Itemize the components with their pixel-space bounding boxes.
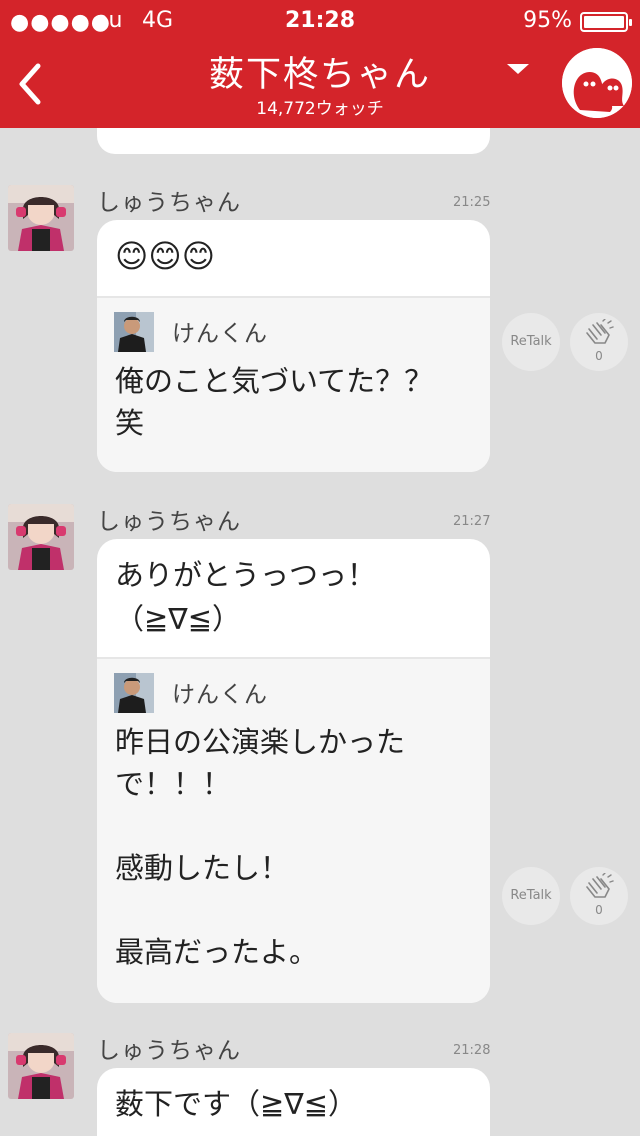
message-time: 21:28 bbox=[453, 1043, 491, 1058]
battery-percent: 95% bbox=[523, 8, 572, 33]
dropdown-arrow-icon[interactable] bbox=[507, 64, 529, 74]
chat-timeline[interactable]: しゅうちゃん 21:25 😊😊😊 けんくん 俺のこと気づいてた？？ 笑 ReTa… bbox=[0, 128, 640, 1136]
message-time: 21:27 bbox=[453, 514, 491, 529]
sender-name: しゅうちゃん bbox=[97, 509, 241, 535]
quoted-message: けんくん 昨日の公演楽しかった で！！！ 感動したし！ 最高だったよ。 bbox=[97, 657, 490, 1003]
sender-name: しゅうちゃん bbox=[97, 190, 241, 216]
sender-name: しゅうちゃん bbox=[97, 1038, 241, 1064]
quote-author: けんくん bbox=[172, 321, 268, 347]
clap-count: 0 bbox=[595, 349, 603, 363]
message-bubble[interactable]: 😊😊😊 けんくん 俺のこと気づいてた？？ 笑 bbox=[97, 220, 490, 472]
quote-text: 俺のこと気づいてた？？ 笑 bbox=[115, 364, 434, 440]
watch-count: 14,772ウォッチ bbox=[256, 99, 384, 119]
clap-button[interactable]: 0 bbox=[570, 313, 628, 371]
message-bubble[interactable]: ありがとうっつっ！ （≧∇≦） けんくん 昨日の公演楽しかった で！！！ 感動し… bbox=[97, 539, 490, 1003]
quoted-message: けんくん 俺のこと気づいてた？？ 笑 bbox=[97, 296, 490, 472]
message-time: 21:25 bbox=[453, 195, 491, 210]
top-bar: ●●●●● au 4G 21:28 95% 薮下柊ちゃん 14,772ウォッチ bbox=[0, 0, 640, 128]
quote-avatar bbox=[114, 673, 154, 713]
ghost-logo-button[interactable] bbox=[562, 48, 632, 118]
avatar[interactable] bbox=[8, 185, 74, 251]
battery-icon bbox=[580, 12, 632, 32]
ghost-icon bbox=[562, 48, 632, 118]
previous-message-bubble bbox=[97, 128, 490, 154]
status-bar: ●●●●● au 4G 21:28 95% bbox=[0, 8, 640, 36]
avatar[interactable] bbox=[8, 504, 74, 570]
quote-text: 昨日の公演楽しかった で！！！ 感動したし！ 最高だったよ。 bbox=[115, 725, 406, 969]
message-text: 薮下です（≧∇≦） bbox=[115, 1087, 357, 1121]
retalk-button[interactable]: ReTalk bbox=[502, 313, 560, 371]
clap-icon bbox=[586, 873, 614, 898]
quote-author: けんくん bbox=[172, 682, 268, 708]
clap-button[interactable]: 0 bbox=[570, 867, 628, 925]
quote-avatar bbox=[114, 312, 154, 352]
message-text: 😊😊😊 bbox=[115, 237, 216, 275]
clap-icon bbox=[586, 319, 614, 344]
clap-count: 0 bbox=[595, 903, 603, 917]
message-text: ありがとうっつっ！ （≧∇≦） bbox=[115, 558, 377, 636]
page-title: 薮下柊ちゃん bbox=[208, 55, 431, 95]
avatar[interactable] bbox=[8, 1033, 74, 1099]
retalk-button[interactable]: ReTalk bbox=[502, 867, 560, 925]
message-bubble[interactable]: 薮下です（≧∇≦） bbox=[97, 1068, 490, 1136]
